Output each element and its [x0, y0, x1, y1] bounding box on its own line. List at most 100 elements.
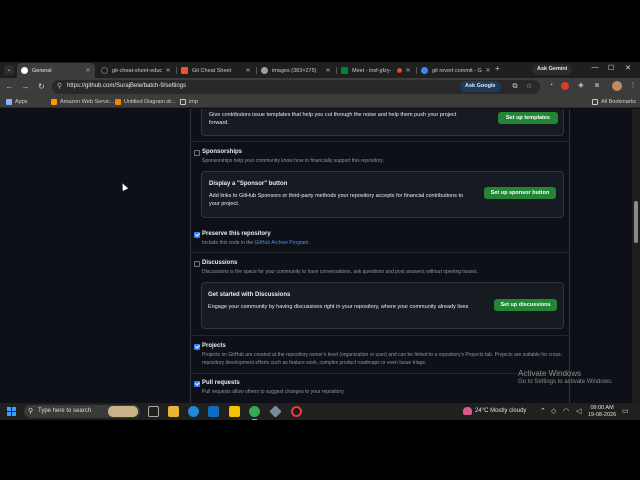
system-clock[interactable]: 09:00 AM 19-08-2026 [588, 405, 616, 419]
sticky-notes-icon[interactable] [229, 406, 240, 417]
close-icon[interactable]: ✕ [84, 67, 92, 74]
app-red-ring-icon[interactable] [291, 406, 302, 417]
search-placeholder: Type here to search [38, 408, 92, 414]
sponsorships-checkbox[interactable] [194, 150, 200, 156]
forward-icon[interactable]: → [20, 81, 31, 92]
clock-date: 19-08-2026 [588, 412, 617, 418]
bookmark-amazon-web-services[interactable]: Amazon Web Servic... [51, 97, 114, 107]
tab-git-cheat-sheet-educ[interactable]: git-cheat-sheet-educ ✕ [97, 63, 175, 78]
tab-general[interactable]: General ✕ [17, 63, 95, 78]
outlook-icon[interactable] [208, 406, 219, 417]
bookmark-star-icon[interactable]: ☆ [524, 82, 534, 92]
projects-description: Projects on GitHub are created at the re… [202, 352, 563, 366]
divider [190, 335, 570, 336]
bookmark-untitled-diagram[interactable]: Untitled Diagram.dr... [115, 97, 176, 107]
scrollbar-track[interactable] [632, 109, 640, 403]
volume-icon[interactable]: ◁ [576, 407, 581, 415]
wifi-icon[interactable]: ◠ [563, 407, 569, 415]
bookmark-folder-imp[interactable]: imp [180, 97, 198, 107]
reload-icon[interactable]: ↻ [36, 81, 47, 92]
pull-requests-title: Pull requests [202, 380, 240, 386]
weather-widget[interactable]: 24°C Mostly cloudy [463, 407, 526, 415]
preserve-desc-suffix: . [308, 240, 310, 246]
extension-red-icon[interactable] [561, 82, 569, 90]
tab-label: Git Cheat Sheet [192, 67, 232, 74]
file-explorer-icon[interactable] [168, 406, 179, 417]
tab-meet[interactable]: Meet - insf-gfzy- ✕ [337, 63, 415, 78]
preserve-desc-text: Include this code in the [202, 240, 255, 246]
site-info-icon[interactable]: ⚲ [57, 82, 62, 90]
activate-windows-subtitle: Go to Settings to activate Windows. [518, 379, 613, 385]
extension-icon[interactable]: ◈ [576, 81, 586, 91]
discussions-checkbox[interactable] [194, 261, 200, 267]
clock-time: 09:00 AM [590, 405, 614, 411]
desktop-screen: ⌄ General ✕ git-cheat-sheet-educ ✕ Git C… [0, 0, 640, 480]
scrollbar-thumb[interactable] [634, 201, 638, 243]
globe-icon [261, 67, 268, 74]
pull-requests-checkbox[interactable] [194, 381, 200, 387]
apps-grid-icon [6, 99, 12, 105]
menu-icon[interactable]: ⋮ [628, 81, 638, 91]
extension-icon[interactable]: ◔ [546, 81, 556, 91]
app-diamond-icon[interactable] [269, 405, 282, 418]
ask-google-button[interactable]: Ask Google [460, 81, 501, 92]
back-icon[interactable]: ← [4, 81, 15, 92]
preserve-description: Include this code in the GitHub Archive … [202, 239, 562, 247]
all-bookmarks-folder[interactable]: All Bookmarks [592, 97, 636, 107]
sponsorships-title: Sponsorships [202, 149, 243, 155]
close-window-icon[interactable]: ✕ [621, 64, 635, 72]
show-hidden-icons-icon[interactable]: ⌃ [540, 407, 546, 415]
bookmark-label: imp [189, 99, 198, 105]
browser-window: ⌄ General ✕ git-cheat-sheet-educ ✕ Git C… [0, 62, 640, 403]
discussions-card-title: Get started with Discussions [208, 292, 291, 298]
tab-label: Meet - insf-gfzy- [352, 67, 392, 74]
ask-gemini-button[interactable]: Ask Gemini [532, 64, 573, 75]
tab-search-icon[interactable]: ⌄ [4, 65, 14, 75]
windows-start-icon[interactable] [7, 407, 16, 416]
weather-cloud-icon [463, 407, 472, 415]
git-favicon-icon [181, 67, 188, 74]
tab-git-cheat-sheet[interactable]: Git Cheat Sheet ✕ [177, 63, 255, 78]
network-icon[interactable]: ◇ [551, 407, 556, 415]
favicon-icon [101, 67, 108, 74]
github-archive-program-link[interactable]: GitHub Archive Program [255, 240, 309, 246]
bookmark-label: Amazon Web Servic... [60, 99, 115, 105]
close-icon[interactable]: ✕ [164, 67, 172, 74]
preserve-repository-checkbox[interactable] [194, 232, 200, 238]
set-up-sponsor-button[interactable]: Set up sponsor button [484, 187, 556, 199]
close-icon[interactable]: ✕ [404, 67, 412, 74]
maximize-icon[interactable]: ☐ [604, 64, 618, 72]
projects-checkbox[interactable] [194, 344, 200, 350]
url-text[interactable]: https://github.com/SurajBele/batch-9/set… [67, 83, 186, 89]
tab-strip: ⌄ General ✕ git-cheat-sheet-educ ✕ Git C… [0, 62, 640, 78]
bookmark-label: All Bookmarks [601, 99, 637, 105]
close-icon[interactable]: ✕ [244, 67, 252, 74]
issue-templates-card: Give contributors issue templates that h… [201, 109, 564, 136]
close-icon[interactable]: ✕ [484, 67, 492, 74]
pull-requests-description: Pull requests allow others to suggest ch… [202, 389, 345, 395]
sponsorships-description: Sponsorships help your community know ho… [202, 158, 384, 164]
new-tab-button[interactable]: + [495, 64, 500, 73]
tab-git-revert-commit[interactable]: git revert commit - G ✕ [417, 63, 495, 78]
install-icon[interactable]: ⧉ [510, 82, 520, 92]
chrome-taskbar-icon[interactable] [249, 406, 260, 420]
profile-avatar[interactable] [612, 81, 622, 91]
bookmark-apps[interactable]: Apps [6, 97, 28, 107]
search-highlight-image [108, 406, 138, 417]
minimize-icon[interactable]: — [588, 64, 602, 71]
weather-text: 24°C Mostly cloudy [475, 408, 527, 414]
close-icon[interactable]: ✕ [324, 67, 332, 74]
divider [190, 141, 570, 142]
notifications-icon[interactable]: ▭ [622, 407, 629, 415]
set-up-discussions-button[interactable]: Set up discussions [494, 299, 557, 311]
tab-images[interactable]: images (383×275) ✕ [257, 63, 335, 78]
address-bar[interactable]: ⚲ https://github.com/SurajBele/batch-9/s… [52, 80, 540, 94]
windows-taskbar: ⚲ Type here to search 24°C Mostly cloudy… [0, 403, 640, 420]
edge-browser-icon[interactable] [188, 406, 199, 417]
set-up-templates-button[interactable]: Set up templates [498, 112, 558, 124]
discussions-card-description: Engage your community by having discussi… [208, 304, 469, 310]
taskbar-search-box[interactable]: ⚲ Type here to search [24, 405, 140, 418]
divider [190, 252, 570, 253]
extensions-puzzle-icon[interactable]: ⧈ [592, 81, 602, 91]
task-view-icon[interactable] [148, 406, 159, 417]
